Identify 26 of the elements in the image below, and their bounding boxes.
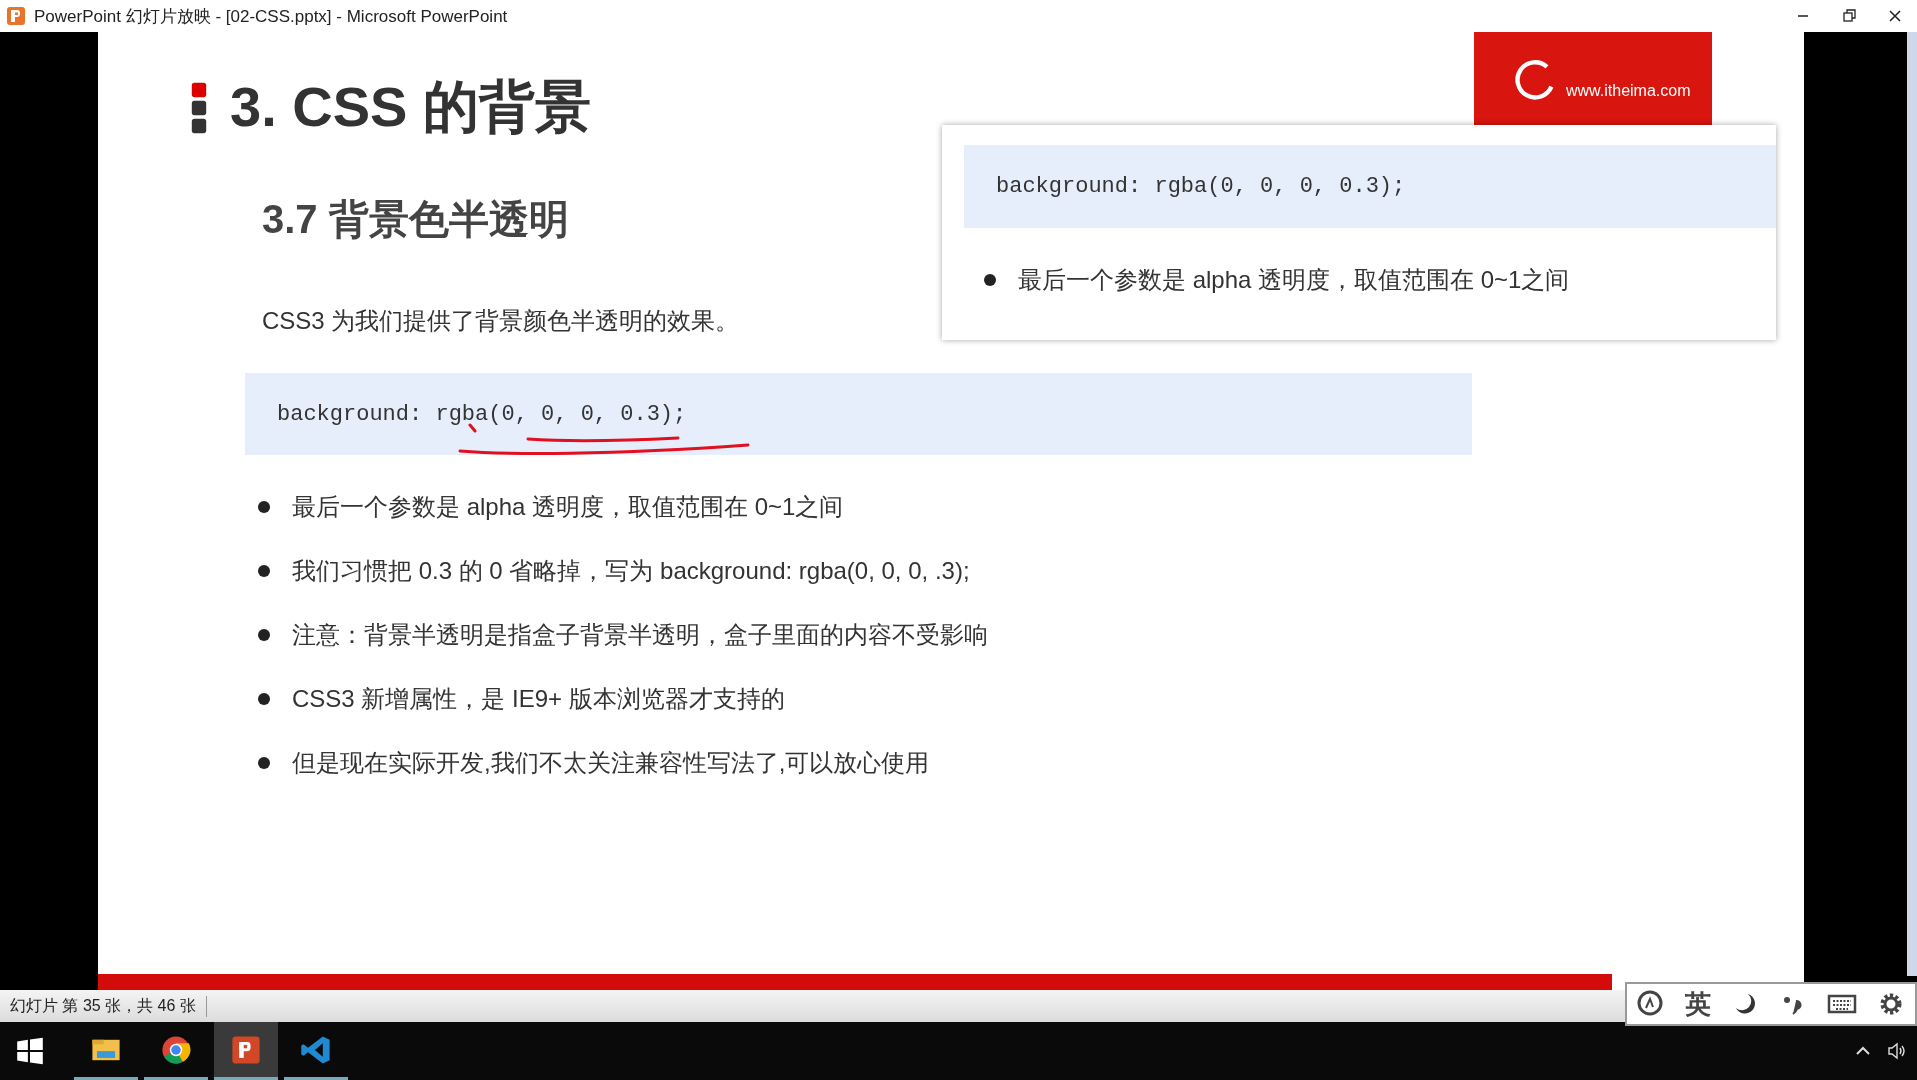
app-icon [6, 6, 26, 26]
bullet-icon [258, 757, 270, 769]
code-text: background: rgba(0, 0, 0, 0.3); [996, 174, 1406, 199]
window-title: PowerPoint 幻灯片放映 - [02-CSS.pptx] - Microsoft PowerPoint [34, 5, 509, 28]
bullet-icon [984, 274, 996, 286]
intro-text: CSS3 为我们提供了背景颜色半透明的效果。 [262, 306, 740, 336]
taskbar-app-button[interactable] [214, 1022, 278, 1080]
bullet-icon [258, 565, 270, 577]
bullet-text: CSS3 新增属性，是 IE9+ 版本浏览器才支持的 [292, 684, 785, 714]
bullet-icon [258, 501, 270, 513]
bullet-text: 但是现在实际开发,我们不太关注兼容性写法了,可以放心使用 [292, 748, 930, 778]
speaker-icon[interactable] [1887, 1041, 1907, 1061]
code-text: background: rgba(0, 0, 0, 0.3); [277, 401, 687, 427]
slide-subtitle: 3.7 背景色半透明 [262, 196, 569, 243]
language-toggle[interactable]: 英 [1685, 986, 1711, 1022]
logo-url: www.itheima.com [1566, 81, 1691, 100]
bullet-text: 我们习惯把 0.3 的 0 省略掉，写为 background: rgba(0, 0, 0, .3); [292, 556, 970, 586]
bullet-text: 最后一个参数是 alpha 透明度，取值范围在 0~1之间 [1018, 265, 1570, 295]
bullet-text: 注意：背景半透明是指盒子背景半透明，盒子里面的内容不受影响 [292, 620, 988, 650]
bullet-icon [258, 629, 270, 641]
slide-title: 3. CSS 的背景 [230, 74, 591, 140]
bullet-text: 最后一个参数是 alpha 透明度，取值范围在 0~1之间 [292, 492, 844, 522]
slide-counter: 幻灯片 第 35 张，共 46 张 [10, 995, 207, 1017]
windows-start-icon[interactable] [14, 1035, 46, 1067]
bullet-icon [258, 693, 270, 705]
scrollbar[interactable] [1907, 32, 1917, 976]
